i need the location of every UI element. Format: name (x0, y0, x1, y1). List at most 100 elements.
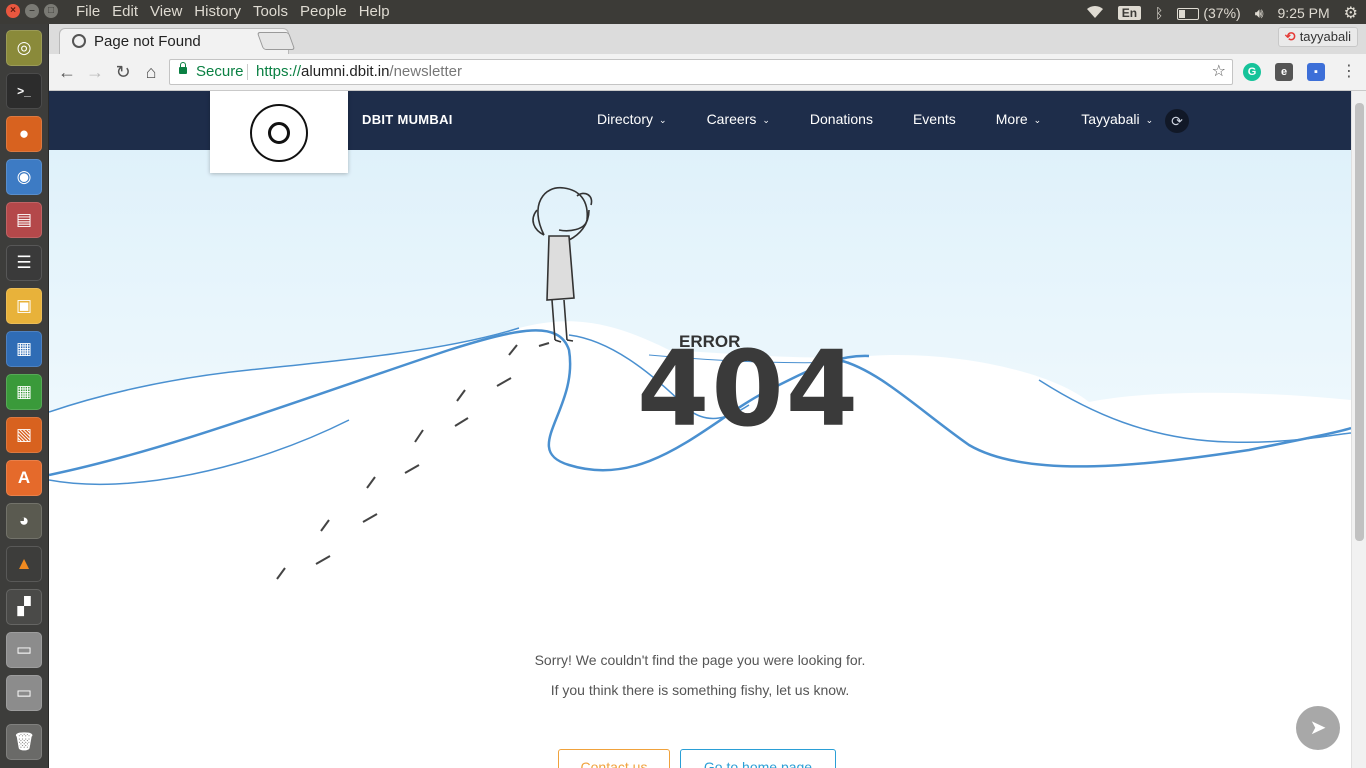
close-window-button[interactable]: × (6, 4, 20, 18)
nav-user-label: Tayyabali (1081, 111, 1140, 127)
contact-us-button[interactable]: Contact us (558, 749, 670, 768)
nav-careers-label: Careers (706, 111, 757, 127)
app-menu-bar: File Edit View History Tools People Help (70, 3, 396, 20)
url-host: alumni.dbit.in (301, 63, 390, 80)
window-controls: × – □ (6, 4, 58, 18)
nav-donations-label: Donations (809, 111, 873, 127)
error-code: 404 (637, 328, 861, 450)
unity-launcher: ◎ >_ ● ◉ ▤ ☰ ▣ ▦ ▦ ▧ A ◕ ▲ ▞ ▭ ▭ 🗑︎ (0, 24, 49, 768)
maximize-window-button[interactable]: □ (44, 4, 58, 18)
calc-icon[interactable]: ▦ (6, 374, 42, 410)
bluetooth-icon[interactable]: ᛒ (1155, 5, 1163, 21)
home-button[interactable]: ⌂ (139, 60, 163, 84)
menu-view[interactable]: View (144, 3, 188, 20)
menu-help[interactable]: Help (353, 3, 396, 20)
reload-button[interactable]: ↻ (111, 60, 135, 84)
writer-icon[interactable]: ▦ (6, 331, 42, 367)
volume-icon[interactable]: 🔊︎ (1255, 5, 1264, 22)
battery-icon (1177, 8, 1200, 21)
gear-icon[interactable]: ⚙ (1344, 3, 1358, 23)
browser-tab-strip: Page not Found ✕ ⟲tayyabali (49, 24, 1366, 55)
back-button[interactable]: ← (55, 60, 79, 84)
error-illustration: 404 ERROR (49, 150, 1351, 610)
drive-icon-2[interactable]: ▭ (6, 675, 42, 711)
battery-indicator[interactable]: (37%) (1177, 5, 1241, 21)
chevron-down-icon: ⌄ (1033, 115, 1042, 125)
dbit-logo (250, 104, 308, 162)
forward-button[interactable]: → (83, 60, 107, 84)
site-brand[interactable]: DBIT MUMBAI (362, 112, 453, 127)
send-feedback-icon[interactable]: ➤ (1296, 706, 1340, 750)
site-logo-container[interactable] (210, 91, 348, 173)
url-text: https://alumni.dbit.in/newsletter (256, 60, 462, 84)
ubuntu-dash-icon[interactable]: ◎ (6, 30, 42, 66)
new-tab-button[interactable] (256, 32, 296, 50)
drive-icon[interactable]: ▭ (6, 632, 42, 668)
bookmark-star-icon[interactable]: ☆ (1212, 60, 1226, 84)
error-submessage: If you think there is something fishy, l… (550, 682, 850, 698)
profile-name: tayyabali (1299, 29, 1351, 44)
url-path: /newsletter (389, 63, 462, 80)
lock-icon (179, 62, 187, 74)
minimize-window-button[interactable]: – (25, 4, 39, 18)
wifi-icon[interactable] (1086, 5, 1104, 22)
clock[interactable]: 9:25 PM (1278, 5, 1330, 21)
terminal-icon[interactable]: >_ (6, 73, 42, 109)
profile-icon: ⟲ (1284, 29, 1296, 44)
nav-more-label: More (995, 111, 1028, 127)
go-home-button[interactable]: Go to home page (680, 749, 836, 768)
menu-tools[interactable]: Tools (247, 3, 294, 20)
evernote-extension-icon[interactable]: e (1275, 63, 1293, 81)
browser-menu-icon[interactable]: ⋮ (1337, 60, 1361, 84)
nav-careers[interactable]: Careers ⌄ (707, 111, 770, 127)
nav-user-menu[interactable]: Tayyabali ⌄ (1081, 111, 1153, 127)
site-navbar: DBIT MUMBAI Directory ⌄ Careers ⌄ Donation… (49, 91, 1351, 173)
sync-icon[interactable]: ⟳ (1165, 109, 1189, 133)
battery-percent: (37%) (1203, 5, 1241, 21)
error-message: Sorry! We couldn't find the page you wer… (534, 652, 866, 668)
menu-history[interactable]: History (188, 3, 247, 20)
url-scheme: https:// (256, 63, 302, 80)
chrome-icon[interactable]: ◉ (6, 159, 42, 195)
chevron-down-icon: ⌄ (659, 115, 667, 125)
menu-file[interactable]: File (70, 3, 106, 20)
app-icon[interactable]: ▣ (6, 288, 42, 324)
chevron-down-icon: ⌄ (762, 115, 770, 125)
nav-events[interactable]: Events (913, 111, 956, 127)
gimp-icon[interactable]: ◕ (6, 503, 42, 539)
error-label: ERROR (679, 332, 741, 351)
site-nav-links: Directory ⌄ Careers ⌄ Donations Events Mor… (597, 111, 1193, 127)
profile-button[interactable]: ⟲ tayyabali (1277, 27, 1358, 47)
extension-icon[interactable]: ▪ (1307, 63, 1325, 81)
browser-tab[interactable]: Page not Found ✕ (59, 28, 289, 55)
menu-people[interactable]: People (294, 3, 353, 20)
files-icon[interactable]: ▤ (6, 202, 42, 238)
nav-donations[interactable]: Donations (810, 111, 873, 127)
grammarly-extension-icon[interactable]: G (1243, 63, 1261, 81)
chevron-down-icon: ⌄ (1145, 115, 1154, 125)
site-favicon-icon (72, 34, 86, 48)
workspace-switcher-icon[interactable]: ▞ (6, 589, 42, 625)
omnibox-separator (247, 64, 248, 80)
trash-icon[interactable]: 🗑︎ (6, 724, 42, 760)
os-top-panel: × – □ File Edit View History Tools Peopl… (0, 0, 1366, 24)
system-indicators: En ᛒ (37%) 🔊︎ 9:25 PM ⚙ (1086, 3, 1358, 23)
scrollbar-thumb[interactable] (1355, 103, 1364, 541)
nav-more[interactable]: More ⌄ (996, 111, 1041, 127)
software-center-icon[interactable]: A (6, 460, 42, 496)
keyboard-layout-indicator[interactable]: En (1117, 6, 1142, 20)
web-page: DBIT MUMBAI Directory ⌄ Careers ⌄ Donation… (49, 91, 1351, 768)
vlc-icon[interactable]: ▲ (6, 546, 42, 582)
tab-title: Page not Found (94, 33, 201, 50)
nav-events-label: Events (912, 111, 956, 127)
nav-directory[interactable]: Directory ⌄ (597, 111, 667, 127)
secure-label: Secure (196, 63, 244, 80)
browser-toolbar: ← → ↻ ⌂ Secure https://alumni.dbit.in/ne… (49, 54, 1366, 91)
impress-icon[interactable]: ▧ (6, 417, 42, 453)
address-bar[interactable]: Secure https://alumni.dbit.in/newsletter… (169, 59, 1233, 85)
menu-edit[interactable]: Edit (106, 3, 144, 20)
nav-directory-label: Directory (597, 111, 654, 127)
page-scrollbar[interactable] (1351, 91, 1366, 768)
firefox-icon[interactable]: ● (6, 116, 42, 152)
system-monitor-icon[interactable]: ☰ (6, 245, 42, 281)
